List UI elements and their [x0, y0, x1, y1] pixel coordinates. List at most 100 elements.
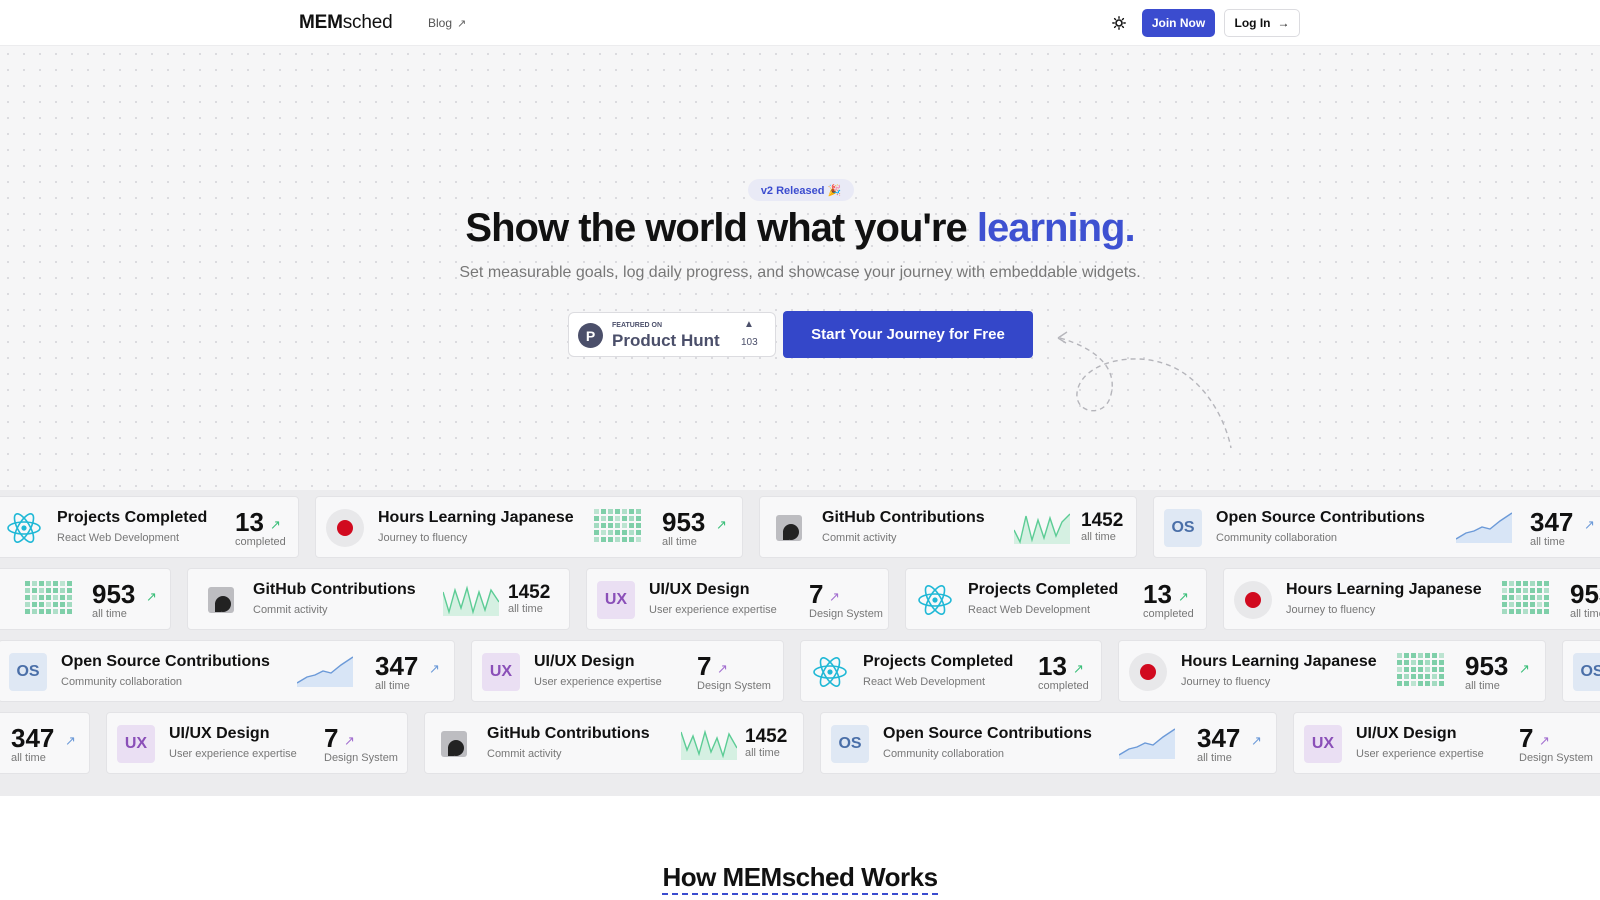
logo-rest-text: sched [342, 12, 393, 33]
open-source-icon: OS [9, 653, 47, 691]
github-icon [435, 725, 473, 763]
trend-up-icon: ↗ [717, 661, 728, 676]
widget-card-projects[interactable]: Projects Completed React Web Development… [905, 568, 1207, 630]
widget-title: Projects Completed [57, 509, 208, 526]
login-button[interactable]: Log In → [1224, 9, 1300, 37]
widget-card-opensource[interactable]: OS Open Source Contributions Community c… [820, 712, 1277, 774]
widget-title: UI/UX Design [169, 725, 270, 742]
widget-card-japanese[interactable]: Hours Learning Japanese Journey to fluen… [1223, 568, 1600, 630]
widget-value: 1452 [508, 582, 551, 603]
widget-subtitle: User experience expertise [534, 676, 662, 688]
trend-up-icon: ↗ [1178, 589, 1189, 604]
widget-card-github[interactable]: GitHub Contributions Commit activity 145… [759, 496, 1137, 558]
heatmap-grid [594, 509, 641, 542]
react-icon [811, 653, 849, 691]
widget-unit: all time [1530, 536, 1565, 548]
commit-sparkline [1014, 513, 1070, 544]
trend-up-icon: ↗ [1073, 661, 1084, 676]
widget-card-projects[interactable]: Projects Completed React Web Development… [800, 640, 1102, 702]
trend-up-icon: ↗ [1519, 661, 1530, 676]
widget-unit: Design System [324, 752, 398, 764]
logo[interactable]: MEMsched [299, 12, 393, 34]
widget-subtitle: Community collaboration [61, 676, 183, 688]
widget-unit: all time [375, 680, 410, 692]
widget-unit: completed [235, 536, 286, 548]
widget-card-japanese[interactable]: 953 ↗ all time [0, 568, 171, 630]
widget-subtitle: Community collaboration [1216, 532, 1338, 544]
heatmap-grid [1397, 653, 1444, 686]
widget-card-japanese[interactable]: Hours Learning Japanese Journey to fluen… [315, 496, 743, 558]
widget-value: 7 [809, 579, 824, 609]
trend-up-icon: ↗ [1539, 733, 1550, 748]
widget-subtitle: User experience expertise [649, 604, 777, 616]
widget-card-opensource[interactable]: 347 ↗ all time [0, 712, 90, 774]
widget-unit: completed [1038, 680, 1089, 692]
widget-title: Projects Completed [968, 581, 1119, 598]
widget-card-opensource[interactable]: OS [1562, 640, 1600, 702]
widget-unit: Design System [1519, 752, 1593, 764]
growth-sparkline [1119, 728, 1175, 759]
ux-design-icon: UX [597, 581, 635, 619]
widget-value: 953 [92, 579, 136, 609]
widget-value: 347 [11, 723, 55, 753]
widget-subtitle: React Web Development [57, 532, 180, 544]
trend-up-icon: ↗ [270, 517, 281, 532]
ux-design-icon: UX [1304, 725, 1342, 763]
blog-link[interactable]: Blog ↗ [428, 16, 466, 30]
widget-title: GitHub Contributions [253, 581, 416, 598]
widget-title: UI/UX Design [534, 653, 635, 670]
blog-link-label: Blog [428, 16, 453, 30]
widget-card-github[interactable]: GitHub Contributions Commit activity 145… [187, 568, 570, 630]
widget-card-uxdesign[interactable]: UX UI/UX Design User experience expertis… [106, 712, 408, 774]
open-source-icon: OS [1164, 509, 1202, 547]
how-it-works-section: How MEMsched Works [0, 796, 1600, 900]
japan-flag-icon [1129, 653, 1167, 691]
widget-unit: Design System [809, 608, 883, 620]
widget-value: 13 [235, 507, 264, 537]
widget-title: GitHub Contributions [822, 509, 985, 526]
widget-marquee: Projects Completed React Web Development… [0, 490, 1600, 796]
widget-title: UI/UX Design [1356, 725, 1457, 742]
widget-subtitle: React Web Development [968, 604, 1091, 616]
trend-up-icon: ↗ [65, 733, 76, 748]
widget-unit: all time [11, 752, 46, 764]
open-source-icon: OS [1573, 653, 1600, 691]
widget-subtitle: React Web Development [863, 676, 986, 688]
widget-card-uxdesign[interactable]: UX UI/UX Design User experience expertis… [586, 568, 889, 630]
how-it-works-title: How MEMsched Works [662, 862, 938, 895]
widget-title: Projects Completed [863, 653, 1014, 670]
github-icon [770, 509, 808, 547]
widget-row: 347 ↗ all time UX UI/UX Design User expe… [0, 712, 1600, 774]
japan-flag-icon [1234, 581, 1272, 619]
sun-icon [1112, 16, 1126, 30]
widget-value: 7 [1519, 723, 1534, 753]
widget-card-opensource[interactable]: OS Open Source Contributions Community c… [0, 640, 455, 702]
widget-value: 347 [1197, 723, 1241, 753]
widget-card-opensource[interactable]: OS Open Source Contributions Community c… [1153, 496, 1600, 558]
widget-value: 347 [1530, 507, 1574, 537]
join-now-button[interactable]: Join Now [1142, 9, 1215, 37]
widget-unit: completed [1143, 608, 1194, 620]
widget-card-github[interactable]: GitHub Contributions Commit activity 145… [424, 712, 804, 774]
headline-main: Show the world what you're [465, 206, 977, 250]
widget-unit: all time [745, 747, 780, 759]
widget-value: 347 [375, 651, 419, 681]
widget-card-uxdesign[interactable]: UX UI/UX Design User experience expertis… [1293, 712, 1600, 774]
theme-toggle-button[interactable] [1108, 12, 1130, 34]
widget-title: Open Source Contributions [1216, 509, 1425, 526]
login-label: Log In [1234, 16, 1271, 30]
heatmap-grid [25, 581, 72, 614]
widget-card-japanese[interactable]: Hours Learning Japanese Journey to fluen… [1118, 640, 1546, 702]
widget-card-uxdesign[interactable]: UX UI/UX Design User experience expertis… [471, 640, 784, 702]
heatmap-grid [1502, 581, 1549, 614]
decorative-squiggle-arrow [1057, 331, 1232, 449]
external-arrow-icon: ↗ [457, 18, 467, 30]
start-journey-button[interactable]: Start Your Journey for Free [783, 311, 1033, 358]
widget-title: Hours Learning Japanese [1286, 581, 1482, 598]
product-hunt-badge[interactable]: P FEATURED ON Product Hunt ▲ 103 [568, 312, 776, 357]
widget-card-projects[interactable]: Projects Completed React Web Development… [0, 496, 299, 558]
widget-unit: all time [508, 603, 543, 615]
trend-up-icon: ↗ [146, 589, 157, 604]
japan-flag-icon [326, 509, 364, 547]
widget-title: Open Source Contributions [61, 653, 270, 670]
